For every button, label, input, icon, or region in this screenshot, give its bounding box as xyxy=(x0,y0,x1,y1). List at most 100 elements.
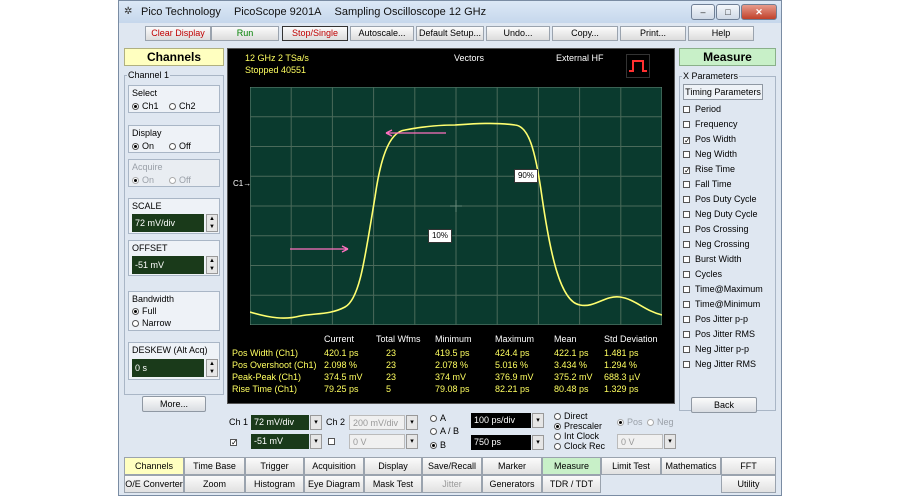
tab-generators[interactable]: Generators xyxy=(482,475,542,493)
param-checkbox[interactable]: ✓ Rise Time xyxy=(683,164,735,175)
timebase-dropdown-icon[interactable]: ▾ xyxy=(532,413,544,428)
autoscale-button[interactable]: Autoscale... xyxy=(350,26,414,41)
help-button[interactable]: Help xyxy=(688,26,754,41)
display-on-radio[interactable]: On xyxy=(132,141,154,151)
trigger-level-field[interactable]: 0 V xyxy=(617,434,663,449)
scope-display[interactable]: 12 GHz 2 TSa/s Stopped 40551 Vectors Ext… xyxy=(227,48,675,404)
deskew-value[interactable]: 0 s xyxy=(132,359,204,377)
trig-prescaler-radio[interactable]: Prescaler xyxy=(554,421,602,431)
param-checkbox[interactable]: Frequency xyxy=(683,119,738,129)
param-checkbox[interactable]: Fall Time xyxy=(683,179,732,189)
col-mean: Mean xyxy=(554,334,577,344)
timing-parameters-tab[interactable]: Timing Parameters xyxy=(683,84,763,100)
trig-intclock-radio[interactable]: Int Clock xyxy=(554,431,599,441)
tab-fft[interactable]: FFT xyxy=(721,457,776,475)
param-checkbox[interactable]: Pos Jitter RMS xyxy=(683,329,755,339)
copy-button[interactable]: Copy... xyxy=(552,26,618,41)
delay-field[interactable]: 750 ps xyxy=(471,435,531,450)
offset-spin-arrows-icon[interactable]: ▲ ▼ xyxy=(206,256,218,274)
display-off-radio[interactable]: Off xyxy=(169,141,191,151)
param-checkbox[interactable]: Pos Crossing xyxy=(683,224,749,234)
deskew-spin-arrows-icon[interactable]: ▲ ▼ xyxy=(206,359,218,377)
tab-limit-test[interactable]: Limit Test xyxy=(601,457,661,475)
radio-dot-icon xyxy=(554,443,561,450)
ch2-offset-dropdown-icon[interactable]: ▾ xyxy=(406,434,418,449)
acquire-on-label: On xyxy=(142,175,155,185)
acquire-off-radio: Off xyxy=(169,175,191,185)
param-checkbox[interactable]: Time@Maximum xyxy=(683,284,763,294)
param-checkbox[interactable]: Neg Duty Cycle xyxy=(683,209,758,219)
select-ch1-radio[interactable]: Ch1 xyxy=(132,101,159,111)
measurement-value: 5.016 % xyxy=(495,360,529,370)
tab-mathematics[interactable]: Mathematics xyxy=(661,457,721,475)
display-mode: Vectors xyxy=(454,53,485,63)
tab-marker[interactable]: Marker xyxy=(482,457,542,475)
ch1-offset-field[interactable]: -51 mV xyxy=(251,434,309,449)
check-icon xyxy=(683,241,690,248)
tab-jitter[interactable]: Jitter xyxy=(422,475,482,493)
offset-value[interactable]: -51 mV xyxy=(132,256,204,274)
ch1-enable-checkbox[interactable]: ✓ xyxy=(230,436,242,447)
tab-eye-diagram[interactable]: Eye Diagram xyxy=(304,475,364,493)
tab-time-base[interactable]: Time Base xyxy=(184,457,245,475)
tab-tdr-tdt[interactable]: TDR / TDT xyxy=(542,475,601,493)
param-checkbox[interactable]: Neg Jitter p-p xyxy=(683,344,749,354)
param-checkbox[interactable]: Neg Jitter RMS xyxy=(683,359,756,369)
mode-b-radio[interactable]: B xyxy=(430,440,446,450)
tab-measure[interactable]: Measure xyxy=(542,457,601,475)
undo-button[interactable]: Undo... xyxy=(486,26,550,41)
trig-direct-radio[interactable]: Direct xyxy=(554,411,588,421)
param-checkbox[interactable]: Neg Width xyxy=(683,149,737,159)
param-checkbox[interactable]: Time@Minimum xyxy=(683,299,760,309)
col-maximum: Maximum xyxy=(495,334,535,344)
bandwidth-narrow-radio[interactable]: Narrow xyxy=(132,318,171,328)
run-button[interactable]: Run xyxy=(211,26,279,41)
scale-value[interactable]: 72 mV/div xyxy=(132,214,204,232)
mode-a-radio[interactable]: A xyxy=(430,413,446,423)
tab-save-recall[interactable]: Save/Recall xyxy=(422,457,482,475)
param-checkbox[interactable]: Period xyxy=(683,104,721,114)
bandwidth-full-radio[interactable]: Full xyxy=(132,306,157,316)
close-button[interactable]: ✕ xyxy=(741,4,777,20)
tab-mask-test[interactable]: Mask Test xyxy=(364,475,422,493)
back-button[interactable]: Back xyxy=(691,397,757,413)
param-checkbox[interactable]: Cycles xyxy=(683,269,722,279)
param-checkbox[interactable]: ✓ Pos Width xyxy=(683,134,736,145)
maximize-button[interactable]: □ xyxy=(716,4,740,20)
select-ch2-radio[interactable]: Ch2 xyxy=(169,101,196,111)
ch2-scale-field[interactable]: 200 mV/div xyxy=(349,415,405,430)
more-button[interactable]: More... xyxy=(142,396,206,412)
slope-pos-radio: Pos xyxy=(617,417,643,427)
tab-trigger[interactable]: Trigger xyxy=(245,457,304,475)
print-button[interactable]: Print... xyxy=(620,26,686,41)
tab-display[interactable]: Display xyxy=(364,457,422,475)
ch2-enable-checkbox[interactable] xyxy=(328,436,340,446)
ch2-offset-field[interactable]: 0 V xyxy=(349,434,405,449)
trigger-level-dropdown-icon[interactable]: ▾ xyxy=(664,434,676,449)
tab-zoom[interactable]: Zoom xyxy=(184,475,245,493)
param-checkbox[interactable]: Pos Duty Cycle xyxy=(683,194,757,204)
tab-utility[interactable]: Utility xyxy=(721,475,776,493)
title-desc: Sampling Oscilloscope 12 GHz xyxy=(334,6,487,18)
trig-clockrec-radio[interactable]: Clock Rec xyxy=(554,441,605,451)
ch1-scale-dropdown-icon[interactable]: ▾ xyxy=(310,415,322,430)
tab-channels[interactable]: Channels xyxy=(124,457,184,475)
timebase-field[interactable]: 100 ps/div xyxy=(471,413,531,428)
ch1-scale-field[interactable]: 72 mV/div xyxy=(251,415,309,430)
param-checkbox[interactable]: Neg Crossing xyxy=(683,239,750,249)
ch2-scale-dropdown-icon[interactable]: ▾ xyxy=(406,415,418,430)
clear-display-button[interactable]: Clear Display xyxy=(145,26,211,41)
param-checkbox[interactable]: Pos Jitter p-p xyxy=(683,314,748,324)
default-setup-button[interactable]: Default Setup... xyxy=(416,26,484,41)
mode-ab-radio[interactable]: A / B xyxy=(430,426,459,436)
minimize-button[interactable]: – xyxy=(691,4,715,20)
tab-histogram[interactable]: Histogram xyxy=(245,475,304,493)
stop-single-button[interactable]: Stop/Single xyxy=(282,26,348,41)
param-checkbox[interactable]: Burst Width xyxy=(683,254,742,264)
tab-o-e-converter[interactable]: O/E Converter xyxy=(124,475,184,493)
ch1-offset-dropdown-icon[interactable]: ▾ xyxy=(310,434,322,449)
delay-dropdown-icon[interactable]: ▾ xyxy=(532,435,544,450)
scale-spin-arrows-icon[interactable]: ▲ ▼ xyxy=(206,214,218,232)
ch1-label: Ch 1 xyxy=(229,417,249,427)
tab-acquisition[interactable]: Acquisition xyxy=(304,457,364,475)
